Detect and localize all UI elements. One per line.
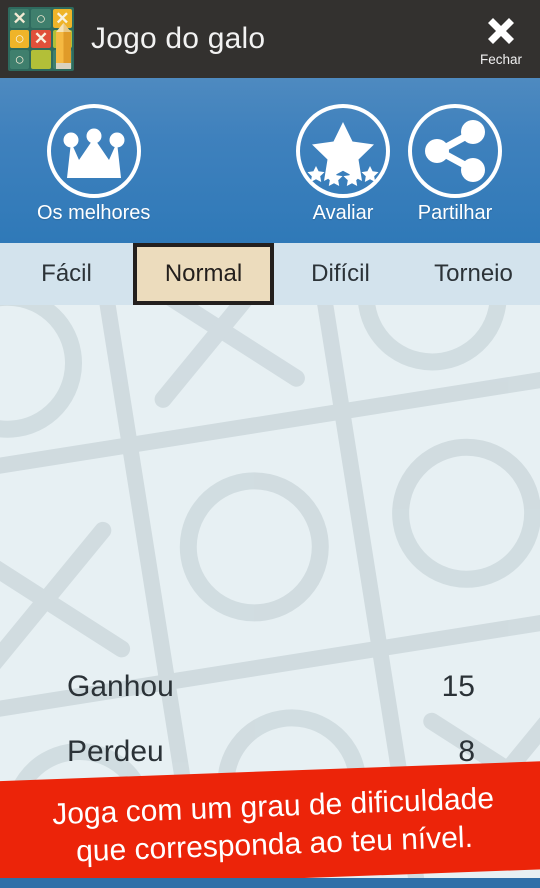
rate-button[interactable]: Avaliar — [296, 104, 390, 225]
title-bar: ✕ ○ ✕ ○ ✕ ○ Jogo do galo Fechar — [0, 0, 540, 78]
action-bar: Os melhores Avaliar Partilhar — [0, 78, 540, 243]
app-icon-cell-0: ✕ — [10, 8, 30, 28]
stat-label-won: Ganhou — [67, 670, 174, 703]
close-button-label: Fechar — [479, 51, 523, 67]
pencil-icon — [56, 23, 71, 69]
difficulty-tab-bar: Fácil Normal Difícil Torneio — [0, 243, 540, 305]
app-icon-mark: ✕ — [33, 29, 49, 49]
rate-label: Avaliar — [312, 202, 374, 224]
stat-row-won: Ganhou 15 — [0, 667, 540, 707]
stat-value-won: 15 — [441, 670, 475, 703]
tab-dificil[interactable]: Difícil — [274, 243, 407, 305]
footer-strip — [0, 878, 540, 888]
crown-icon — [63, 128, 125, 178]
close-x-icon — [488, 17, 514, 44]
app-icon-mark: ○ — [14, 29, 25, 49]
tab-facil[interactable]: Fácil — [0, 243, 133, 305]
app-icon-cell-7 — [31, 50, 51, 69]
close-button[interactable]: Fechar — [468, 6, 534, 72]
stat-label-lost: Perdeu — [67, 735, 164, 768]
star-rating-icon — [307, 122, 379, 186]
share-button[interactable]: Partilhar — [408, 104, 502, 225]
app-icon-cell-1: ○ — [31, 8, 51, 28]
tip-banner[interactable]: Joga com um grau de dificuldade que corr… — [0, 760, 540, 888]
app-icon-cell-3: ○ — [10, 29, 30, 49]
app-icon-mark: ○ — [35, 8, 47, 28]
share-icon — [425, 120, 485, 182]
share-circle — [408, 104, 502, 198]
share-label: Partilhar — [417, 202, 493, 224]
tab-normal[interactable]: Normal — [133, 243, 274, 305]
app-icon-mark: ○ — [14, 50, 25, 70]
app-icon-cell-6: ○ — [10, 50, 30, 70]
app-icon-cell-4: ✕ — [31, 29, 51, 49]
rate-circle — [296, 104, 390, 198]
app-icon: ✕ ○ ✕ ○ ✕ ○ — [8, 7, 74, 71]
app-title: Jogo do galo — [91, 22, 266, 55]
best-scores-circle — [46, 104, 141, 198]
best-scores-button[interactable]: Os melhores — [37, 104, 150, 225]
best-scores-label: Os melhores — [37, 202, 151, 224]
app-icon-mark: ✕ — [12, 8, 27, 28]
tab-torneio[interactable]: Torneio — [407, 243, 540, 305]
